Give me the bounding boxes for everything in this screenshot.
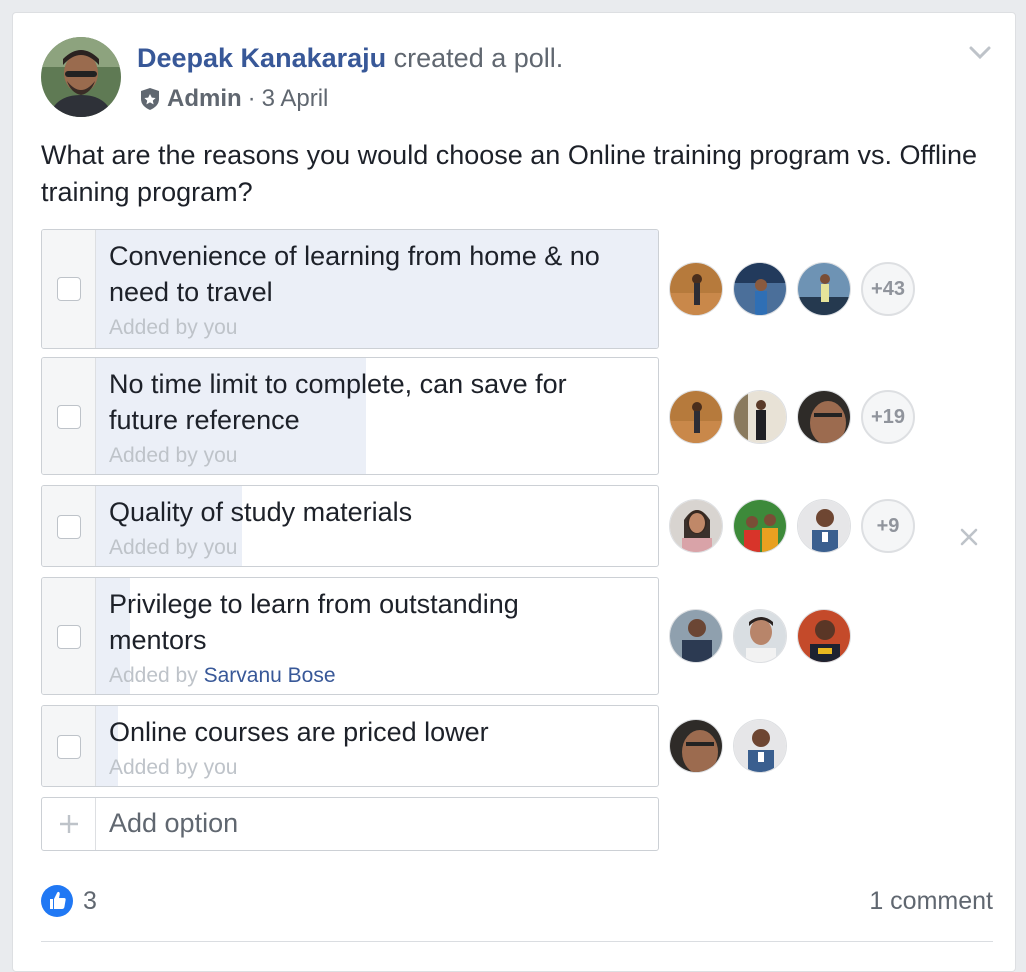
footer-divider: [41, 941, 993, 942]
add-option-input[interactable]: Add option: [41, 797, 659, 851]
close-icon[interactable]: [959, 527, 979, 547]
more-voters-count[interactable]: +43: [861, 262, 915, 316]
added-by-name: you: [203, 756, 238, 779]
plus-icon: [42, 798, 96, 850]
poll-option[interactable]: Quality of study materials Added by you: [41, 485, 659, 567]
option-text-line: future reference: [109, 405, 300, 435]
option-checkbox[interactable]: [57, 515, 81, 539]
more-voters-count[interactable]: +19: [861, 390, 915, 444]
added-by-label: Added by: [109, 444, 198, 467]
post-date[interactable]: 3 April: [262, 85, 329, 113]
voter-avatar[interactable]: [797, 262, 851, 316]
added-by-label: Added by: [109, 316, 198, 339]
voter-avatars: +19: [669, 390, 915, 444]
voter-avatar[interactable]: [669, 719, 723, 773]
option-added-by: Added by you: [109, 316, 237, 340]
meta-separator: ·: [247, 85, 256, 112]
option-text-line: Quality of study materials: [109, 497, 413, 527]
option-text-line: mentors: [109, 625, 207, 655]
add-option-placeholder: Add option: [109, 808, 239, 838]
option-text: Online courses are priced lower: [109, 714, 489, 750]
voter-avatar[interactable]: [669, 499, 723, 553]
admin-shield-icon: [139, 87, 161, 111]
option-checkbox[interactable]: [57, 277, 81, 301]
option-text-line: Privilege to learn from outstanding: [109, 589, 519, 619]
added-by-name: you: [203, 444, 238, 467]
voter-avatar[interactable]: [797, 609, 851, 663]
voter-avatar[interactable]: [733, 719, 787, 773]
poll-option[interactable]: Convenience of learning from home & no n…: [41, 229, 659, 349]
poll-question: What are the reasons you would choose an…: [41, 140, 978, 207]
poll-option[interactable]: Online courses are priced lower Added by…: [41, 705, 659, 787]
like-count[interactable]: 3: [83, 887, 97, 916]
post-action: created a poll.: [393, 43, 564, 73]
added-by-label: Added by: [109, 664, 198, 687]
voter-avatar[interactable]: [797, 390, 851, 444]
post-footer: 3 1 comment: [41, 885, 993, 921]
chevron-down-icon[interactable]: [967, 43, 993, 63]
added-by-label: Added by: [109, 536, 198, 559]
voter-avatar[interactable]: [733, 609, 787, 663]
option-added-by: Added by you: [109, 444, 237, 468]
added-by-label: Added by: [109, 756, 198, 779]
option-text: Convenience of learning from home & no n…: [109, 238, 600, 310]
option-text-line: No time limit to complete, can save for: [109, 369, 567, 399]
comment-count-link[interactable]: 1 comment: [869, 887, 993, 916]
option-text: No time limit to complete, can save for …: [109, 366, 567, 438]
author-name[interactable]: Deepak Kanakaraju: [137, 43, 386, 73]
option-text-line: Convenience of learning from home & no: [109, 241, 600, 271]
voter-avatar[interactable]: [669, 609, 723, 663]
poll-option[interactable]: No time limit to complete, can save for …: [41, 357, 659, 475]
poll-option[interactable]: Privilege to learn from outstanding ment…: [41, 577, 659, 695]
voter-avatar[interactable]: [669, 390, 723, 444]
checkbox-column: [42, 486, 96, 566]
added-by-name: you: [203, 316, 238, 339]
voter-avatar[interactable]: [733, 262, 787, 316]
voter-avatars: +43: [669, 262, 915, 316]
post-header: Deepak Kanakaraju created a poll.: [137, 43, 563, 74]
voter-avatars: [669, 609, 861, 663]
option-checkbox[interactable]: [57, 735, 81, 759]
added-by-name-link[interactable]: Sarvanu Bose: [204, 664, 336, 687]
voter-avatar[interactable]: [797, 499, 851, 553]
option-text: Privilege to learn from outstanding ment…: [109, 586, 519, 658]
checkbox-column: [42, 578, 96, 694]
checkbox-column: [42, 706, 96, 786]
voter-avatar[interactable]: [733, 390, 787, 444]
voter-avatar[interactable]: [733, 499, 787, 553]
author-avatar[interactable]: [41, 37, 121, 117]
voter-avatars: [669, 719, 797, 773]
post-meta: Admin · 3 April: [139, 85, 328, 113]
checkbox-column: [42, 358, 96, 474]
more-voters-count[interactable]: +9: [861, 499, 915, 553]
option-added-by: Added by Sarvanu Bose: [109, 664, 336, 688]
voter-avatars: +9: [669, 499, 915, 553]
option-text-line: need to travel: [109, 277, 273, 307]
option-text-line: Online courses are priced lower: [109, 717, 489, 747]
post-card: Deepak Kanakaraju created a poll. Admin …: [12, 12, 1016, 972]
option-added-by: Added by you: [109, 536, 237, 560]
option-added-by: Added by you: [109, 756, 237, 780]
option-checkbox[interactable]: [57, 625, 81, 649]
voter-avatar[interactable]: [669, 262, 723, 316]
checkbox-column: [42, 230, 96, 348]
option-text: Quality of study materials: [109, 494, 412, 530]
option-checkbox[interactable]: [57, 405, 81, 429]
added-by-name: you: [203, 536, 238, 559]
like-icon[interactable]: [41, 885, 73, 917]
admin-badge-label: Admin: [167, 85, 242, 112]
